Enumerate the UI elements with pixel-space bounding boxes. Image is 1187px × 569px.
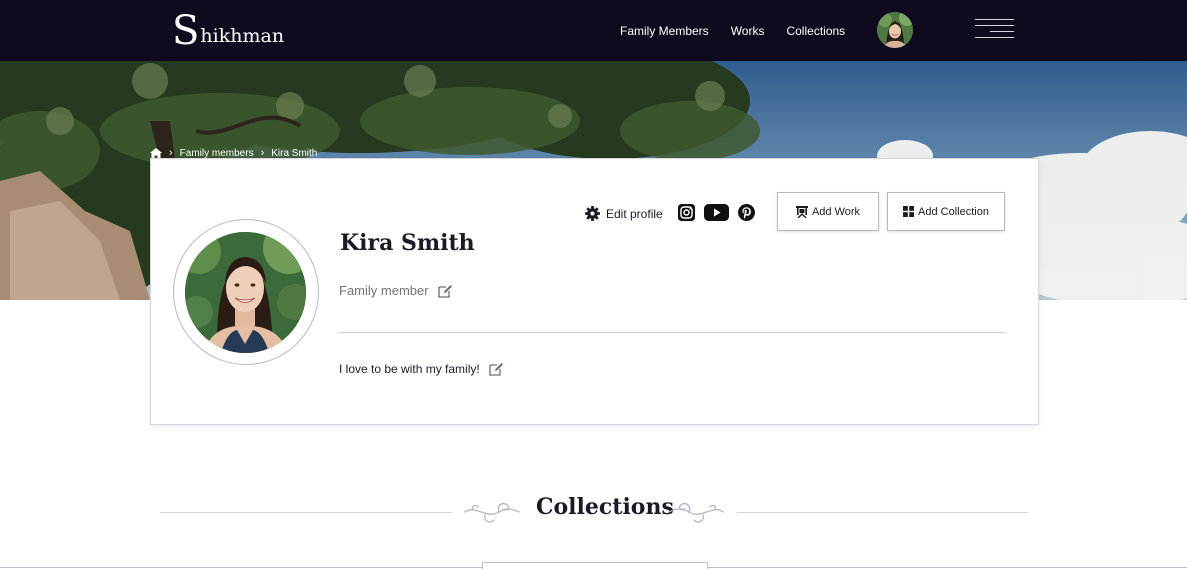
breadcrumb-current: Kira Smith xyxy=(271,147,318,159)
profile-divider xyxy=(339,332,1005,333)
flourish-left-icon xyxy=(464,502,520,523)
profile-role-row: Family member xyxy=(339,283,453,298)
main-nav: Family Members Works Collections xyxy=(620,0,867,61)
profile-bio: I love to be with my family! xyxy=(339,362,480,376)
breadcrumb-family-members[interactable]: Family members xyxy=(180,148,254,159)
nav-link-collections[interactable]: Collections xyxy=(786,24,845,38)
logo-wordmark: hikhman xyxy=(200,25,285,47)
top-navbar: S hikhman Family Members Works Collectio… xyxy=(0,0,1187,61)
profile-photo-icon xyxy=(185,232,306,353)
edit-profile-link[interactable]: Edit profile xyxy=(585,206,663,221)
flourish-right-icon xyxy=(668,502,724,523)
profile-avatar[interactable] xyxy=(185,232,306,353)
profile-card: Kira Smith Family member I love to be wi… xyxy=(150,158,1039,425)
gear-icon xyxy=(585,206,600,221)
profile-role: Family member xyxy=(339,283,429,298)
work-icon xyxy=(795,205,808,218)
avatar-photo-icon xyxy=(877,12,913,48)
nav-link-family-members[interactable]: Family Members xyxy=(620,24,709,38)
edit-profile-label: Edit profile xyxy=(606,206,663,221)
profile-bio-row: I love to be with my family! xyxy=(339,362,504,376)
add-collection-button[interactable]: Add Collection xyxy=(887,192,1005,231)
pinterest-icon[interactable] xyxy=(738,204,755,221)
hamburger-icon[interactable] xyxy=(975,19,1014,39)
section-rule-left xyxy=(160,512,452,513)
collection-card[interactable] xyxy=(482,562,708,569)
nav-link-works[interactable]: Works xyxy=(731,24,765,38)
user-avatar[interactable] xyxy=(877,12,913,48)
collections-title: Collections xyxy=(536,494,674,520)
add-work-label: Add Work xyxy=(811,205,861,218)
add-work-button[interactable]: Add Work xyxy=(777,192,879,231)
home-icon[interactable] xyxy=(150,147,162,159)
section-rule-right xyxy=(737,512,1028,513)
brand-logo[interactable]: S hikhman xyxy=(172,8,284,52)
grid-icon xyxy=(903,206,915,217)
instagram-icon[interactable] xyxy=(678,204,695,221)
edit-role-icon[interactable] xyxy=(437,284,453,298)
add-collection-label: Add Collection xyxy=(918,205,989,218)
edit-bio-icon[interactable] xyxy=(489,362,504,376)
profile-name: Kira Smith xyxy=(340,230,475,256)
logo-initial: S xyxy=(172,8,200,54)
social-links xyxy=(678,204,764,221)
youtube-icon[interactable] xyxy=(704,204,729,221)
